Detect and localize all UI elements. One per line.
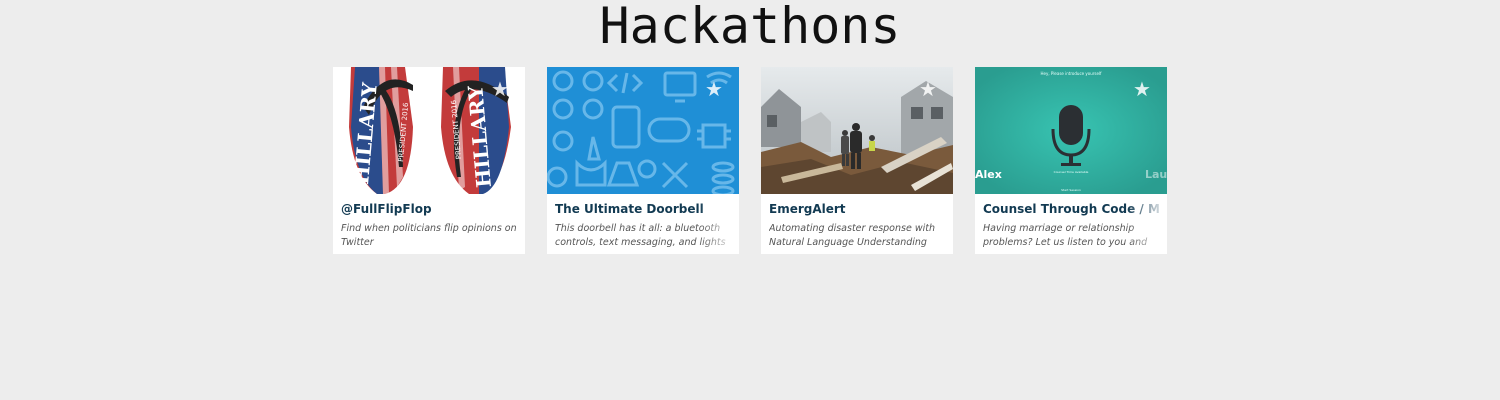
hackathon-card-list: HILLARY PRESIDENT 2016 HILLARY PRESIDENT… [333, 67, 1167, 254]
speaker-name-left: Alex [975, 168, 1002, 181]
favorite-star-icon[interactable]: ★ [705, 79, 725, 99]
card-description: Automating disaster response with Natura… [769, 223, 935, 248]
favorite-star-icon[interactable]: ★ [1133, 79, 1153, 99]
card-title[interactable]: EmergAlert [769, 202, 945, 216]
card-description: Find when politicians flip opinions on T… [341, 223, 517, 248]
card-emergalert[interactable]: ★ EmergAlert Automating disaster respons… [761, 67, 953, 254]
card-fullflipflop[interactable]: HILLARY PRESIDENT 2016 HILLARY PRESIDENT… [333, 67, 525, 254]
page-title: Hackathons [599, 0, 901, 55]
card-thumbnail: HILLARY PRESIDENT 2016 HILLARY PRESIDENT… [333, 67, 525, 194]
card-ultimate-doorbell[interactable]: ★ The Ultimate Doorbell This doorbell ha… [547, 67, 739, 254]
card-thumbnail: Hey, Please introduce yourself Alex Laur… [975, 67, 1167, 194]
favorite-star-icon[interactable]: ★ [919, 79, 939, 99]
card-counsel-through-code[interactable]: Hey, Please introduce yourself Alex Laur… [975, 67, 1167, 254]
favorite-star-icon[interactable]: ★ [491, 79, 511, 99]
card-title[interactable]: @FullFlipFlop [341, 202, 517, 216]
speaker-name-right: Laura [1145, 168, 1167, 181]
card-thumbnail: ★ [761, 67, 953, 194]
availability-text: Counsel Time Available [1054, 170, 1089, 174]
text-fade-overlay [699, 194, 739, 254]
text-fade-overlay [1127, 194, 1167, 254]
start-session-text: Start Session [1061, 188, 1081, 192]
card-thumbnail: ★ [547, 67, 739, 194]
prompt-text: Hey, Please introduce yourself [1041, 71, 1103, 76]
